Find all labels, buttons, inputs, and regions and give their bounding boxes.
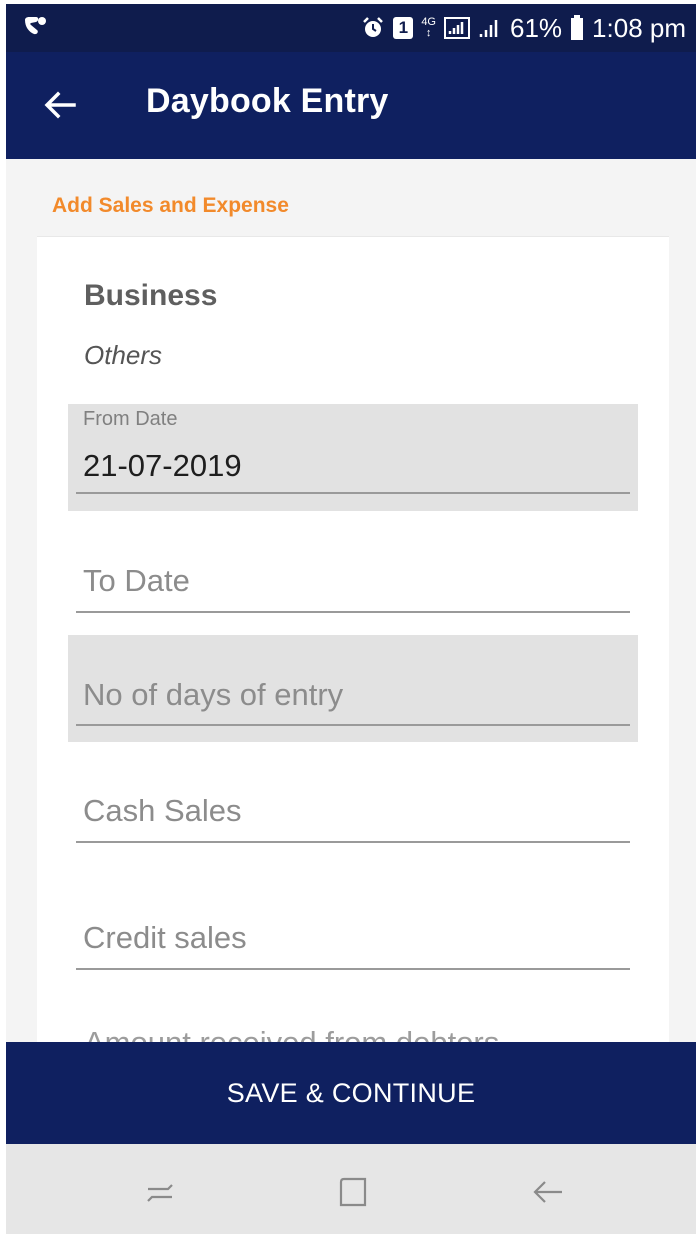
field-underline bbox=[76, 968, 630, 970]
field-underline bbox=[76, 724, 630, 726]
status-icons: 1 4G ↕ 61% 1:08 pm bbox=[361, 12, 686, 44]
from-date-value: 21-07-2019 bbox=[83, 448, 242, 483]
back-arrow-icon[interactable] bbox=[40, 85, 80, 125]
signal-2-icon bbox=[479, 20, 498, 37]
nav-back-icon[interactable] bbox=[528, 1172, 568, 1212]
home-icon[interactable] bbox=[333, 1172, 373, 1212]
cash-sales-placeholder: Cash Sales bbox=[83, 793, 242, 828]
business-title: Business bbox=[84, 279, 218, 312]
clock: 1:08 pm bbox=[592, 12, 686, 43]
screen: 1 4G ↕ 61% 1:08 pm Daybook Entry Add Sale… bbox=[6, 4, 696, 1234]
status-bar: 1 4G ↕ 61% 1:08 pm bbox=[6, 4, 696, 52]
alarm-icon bbox=[363, 17, 384, 37]
app-bar: Daybook Entry bbox=[6, 52, 696, 159]
credit-sales-field[interactable]: Credit sales bbox=[68, 904, 638, 974]
days-of-entry-placeholder: No of days of entry bbox=[83, 677, 344, 712]
business-value: Others bbox=[84, 340, 163, 370]
form-card: Business Others From Date 21-07-2019 To … bbox=[37, 236, 669, 1060]
network-4g-icon: 4G ↕ bbox=[421, 16, 436, 39]
cash-sales-field[interactable]: Cash Sales bbox=[68, 777, 638, 847]
app-notification-icon bbox=[25, 17, 46, 35]
section-label: Add Sales and Expense bbox=[52, 194, 289, 217]
field-underline bbox=[76, 492, 630, 494]
field-underline bbox=[76, 611, 630, 613]
to-date-field[interactable]: To Date bbox=[68, 547, 638, 617]
field-underline bbox=[76, 841, 630, 843]
battery-icon bbox=[571, 15, 584, 40]
sim-1-icon: 1 bbox=[393, 17, 414, 39]
to-date-placeholder: To Date bbox=[83, 563, 190, 598]
from-date-field[interactable]: From Date 21-07-2019 bbox=[68, 404, 638, 511]
days-of-entry-field[interactable]: No of days of entry bbox=[68, 635, 638, 742]
save-continue-button[interactable]: SAVE & CONTINUE bbox=[6, 1042, 696, 1144]
from-date-label: From Date bbox=[83, 408, 178, 430]
battery-percent: 61% bbox=[510, 12, 563, 43]
navigation-bar bbox=[6, 1144, 696, 1234]
credit-sales-placeholder: Credit sales bbox=[83, 920, 247, 955]
recent-apps-icon[interactable] bbox=[140, 1172, 180, 1212]
page-title: Daybook Entry bbox=[146, 82, 389, 120]
signal-icon bbox=[444, 17, 470, 39]
